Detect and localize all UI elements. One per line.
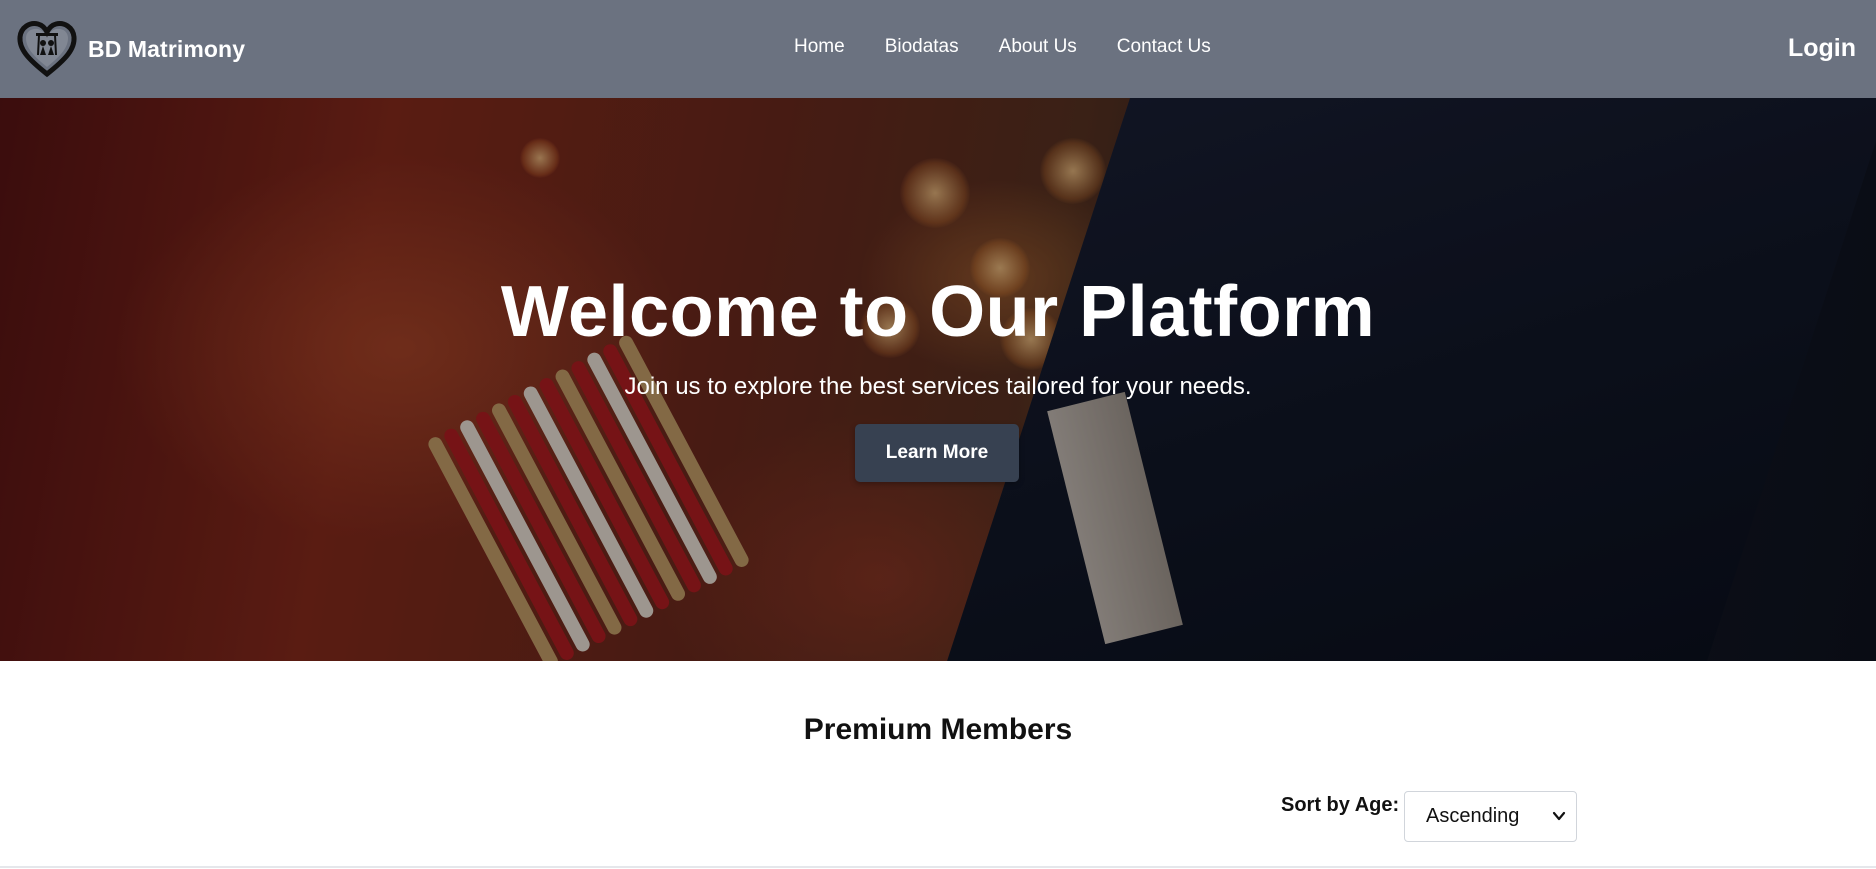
- hero-title: Welcome to Our Platform: [500, 272, 1376, 352]
- sort-selected-value: Ascending: [1426, 805, 1520, 827]
- nav-home[interactable]: Home: [794, 36, 845, 58]
- nav-biodatas[interactable]: Biodatas: [885, 36, 959, 58]
- chevron-down-icon: [1552, 811, 1566, 821]
- heart-couple-logo-icon: [17, 21, 77, 78]
- hero-banner: Welcome to Our Platform Join us to explo…: [0, 98, 1876, 661]
- login-link[interactable]: Login: [1788, 34, 1856, 63]
- brand-name: BD Matrimony: [88, 35, 246, 62]
- sort-by-age-label: Sort by Age:: [1281, 794, 1400, 816]
- brand[interactable]: BD Matrimony: [16, 19, 245, 79]
- sort-by-age-select[interactable]: Ascending: [1404, 791, 1577, 842]
- nav-contact-us[interactable]: Contact Us: [1117, 36, 1211, 58]
- learn-more-button[interactable]: Learn More: [855, 424, 1019, 482]
- main-nav: Home Biodatas About Us Contact Us: [794, 36, 1251, 58]
- nav-about-us[interactable]: About Us: [999, 36, 1077, 58]
- section-divider: [0, 866, 1876, 868]
- hero-subtitle: Join us to explore the best services tai…: [624, 373, 1252, 400]
- navbar: BD Matrimony Home Biodatas About Us Cont…: [0, 0, 1876, 98]
- premium-members-title: Premium Members: [803, 713, 1073, 746]
